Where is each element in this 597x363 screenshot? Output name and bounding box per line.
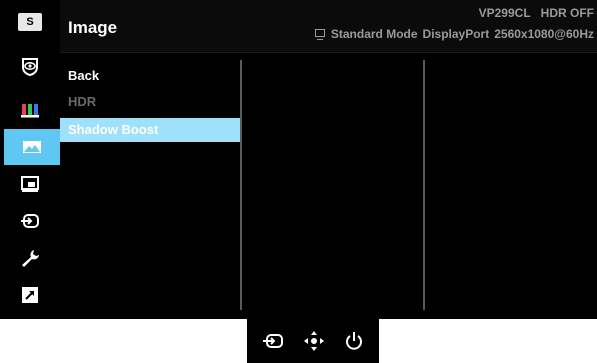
header-bar: Image VP299CL HDR OFF Standard Mode Disp… — [60, 0, 597, 53]
sidebar: S — [0, 0, 60, 319]
sidebar-item-pip[interactable] — [6, 166, 54, 202]
input-name: DisplayPort — [422, 27, 490, 41]
model-name: VP299CL — [478, 6, 531, 20]
resolution: 2560x1080@60Hz — [494, 27, 594, 41]
osd-window: S Image VP299CL HDR OFF Standard Mode Di… — [0, 0, 597, 319]
key-guide — [247, 319, 379, 363]
sidebar-item-shortcut[interactable] — [6, 277, 54, 313]
color-bars-icon — [21, 104, 39, 118]
page-title: Image — [68, 18, 118, 37]
power-key-icon[interactable] — [343, 330, 365, 352]
menu-item-shadow-boost[interactable]: Shadow Boost — [60, 118, 241, 142]
menu-item-back[interactable]: Back — [60, 64, 241, 88]
sidebar-item-system[interactable] — [6, 240, 54, 276]
column-divider-2 — [423, 60, 425, 310]
sidebar-logo: S — [6, 4, 54, 40]
shortcut-icon — [22, 287, 38, 303]
splendid-logo-icon: S — [18, 13, 42, 31]
input-select-icon — [21, 214, 39, 228]
splendid-eye-icon — [22, 58, 38, 77]
status-line-2: Standard Mode DisplayPort 2560x1080@60Hz — [314, 27, 594, 41]
menu-item-hdr[interactable]: HDR — [60, 90, 241, 114]
column-divider-1 — [240, 60, 242, 310]
mode-name: Standard Mode — [330, 27, 418, 41]
image-icon — [23, 141, 41, 153]
status-line-1: VP299CL HDR OFF — [479, 6, 594, 20]
monitor-icon — [314, 29, 325, 40]
sidebar-item-image[interactable] — [4, 129, 60, 165]
sidebar-item-splendid[interactable] — [6, 48, 54, 84]
menu-column: Back HDR Shadow Boost — [60, 60, 241, 319]
sidebar-item-color[interactable] — [6, 92, 54, 128]
input-key-icon[interactable] — [261, 331, 285, 351]
wrench-icon — [22, 250, 39, 267]
pip-icon — [21, 176, 39, 192]
hdr-status: HDR OFF — [540, 6, 594, 20]
joystick-key-icon[interactable] — [302, 329, 326, 353]
sidebar-item-input[interactable] — [6, 203, 54, 239]
